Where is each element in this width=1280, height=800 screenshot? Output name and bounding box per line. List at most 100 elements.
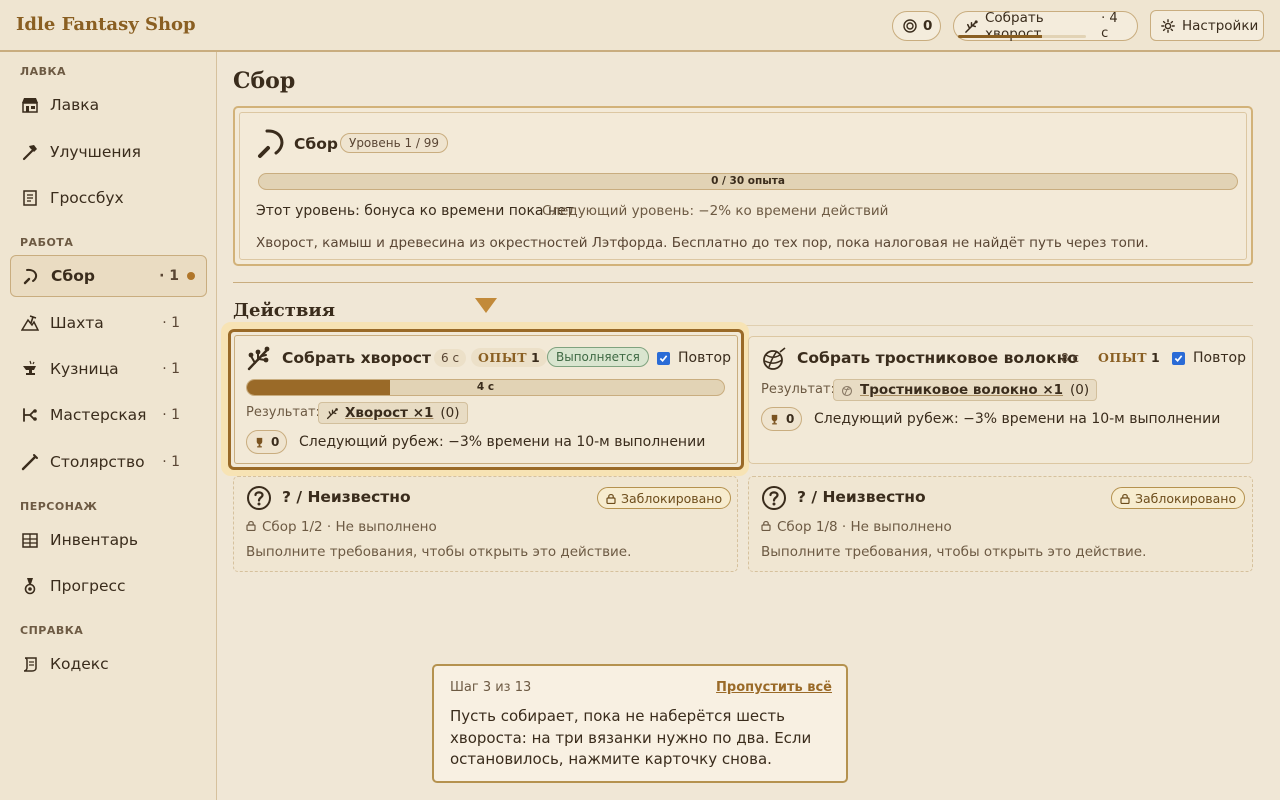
twig-icon (964, 19, 979, 34)
result-item: Хворост ×1 (345, 405, 434, 421)
divider (233, 282, 1253, 283)
sidebar-item-ledger[interactable]: Гроссбух (10, 177, 207, 219)
locked-hint: Выполните требования, чтобы открыть это … (761, 544, 1147, 560)
skip-tour-link[interactable]: Пропустить всё (716, 680, 832, 695)
sickle-icon (256, 127, 288, 163)
coin-icon (903, 19, 917, 33)
inventory-icon (20, 530, 40, 550)
sidebar-item-count: · 1 (162, 315, 180, 331)
action-title: Собрать тростниковое волокно (797, 349, 1078, 367)
trophy-icon (254, 437, 265, 448)
repeat-toggle[interactable]: Повтор (1172, 350, 1246, 366)
tour-pointer-arrow (475, 298, 497, 313)
skill-xp-label: 0 / 30 опыта (711, 175, 785, 187)
tour-text: Пусть собирает, пока не наберётся шесть … (450, 707, 812, 768)
lock-icon (246, 519, 256, 535)
result-item-chip[interactable]: Хворост ×1 (0) (318, 402, 468, 424)
result-label: Результат: (761, 382, 835, 397)
locked-badge: Заблокировано (597, 487, 732, 509)
actions-title: Действия (233, 300, 336, 321)
sidebar-item-shop[interactable]: Лавка (10, 84, 207, 126)
app-header: Idle Fantasy Shop 0 Собрать хворост · 4 … (0, 0, 1280, 52)
current-action-time: · 4 с (1101, 11, 1118, 41)
sidebar-item-label: Инвентарь (50, 531, 139, 549)
yarn-icon (761, 346, 787, 376)
action-xp: ОПЫТ 1 (1098, 350, 1161, 365)
sidebar-item-inventory[interactable]: Инвентарь (10, 519, 207, 561)
result-count: (0) (1070, 382, 1090, 398)
shop-icon (20, 95, 40, 115)
level-badge: Уровень 1 / 99 (340, 133, 449, 153)
sidebar-item-label: Мастерская (50, 406, 147, 424)
sidebar-item-count: · 1 (162, 454, 180, 470)
milestone-text: Следующий рубеж: −3% времени на 10-м вып… (299, 434, 706, 450)
sidebar-item-gathering[interactable]: Сбор · 1 (10, 255, 207, 297)
action-progress-bar: 4 с (246, 379, 725, 396)
action-progress-label: 4 с (476, 381, 495, 393)
sidebar-section-character: ПЕРСОНАЖ (20, 500, 98, 513)
locked-hint: Выполните требования, чтобы открыть это … (246, 544, 632, 560)
medal-icon (20, 576, 40, 596)
sidebar-item-count: · 1 (162, 361, 180, 377)
sidebar-item-label: Шахта (50, 314, 104, 332)
sidebar-item-label: Кузница (50, 360, 119, 378)
app-title: Idle Fantasy Shop (16, 14, 196, 35)
coins-badge[interactable]: 0 (892, 11, 941, 41)
skill-xp-bar: 0 / 30 опыта (258, 173, 1238, 190)
result-label: Результат: (246, 405, 320, 420)
trophy-badge: 0 (761, 407, 803, 431)
sidebar-item-mine[interactable]: Шахта · 1 (10, 302, 207, 344)
anvil-icon (20, 359, 40, 379)
repeat-toggle[interactable]: Повтор (657, 350, 731, 366)
sidebar-item-label: Прогресс (50, 577, 126, 595)
status-badge: Выполняется (547, 347, 649, 367)
sidebar-section-help: СПРАВКА (20, 624, 84, 637)
sidebar-item-label: Лавка (50, 96, 100, 114)
skill-description: Хворост, камыш и древесина из окрестност… (256, 235, 1149, 251)
settings-button[interactable]: Настройки (1150, 10, 1264, 41)
action-title: ? / Неизвестно (282, 488, 411, 506)
sidebar-item-label: Гроссбух (50, 189, 124, 207)
lock-icon (1120, 493, 1130, 504)
sidebar-item-progress[interactable]: Прогресс (10, 565, 207, 607)
action-time: 8 с (1061, 351, 1080, 365)
sidebar-item-forge[interactable]: Кузница · 1 (10, 348, 207, 390)
brushwood-icon (246, 345, 272, 375)
sidebar-item-count: · 1 (159, 268, 179, 284)
result-count: (0) (440, 405, 460, 421)
tour-step: Шаг 3 из 13 (450, 680, 532, 695)
sidebar-item-upgrades[interactable]: Улучшения (10, 131, 207, 173)
requirement-text: Сбор 1/2 · Не выполнено (246, 519, 437, 535)
next-bonus: Следующий уровень: −2% ко времени действ… (542, 203, 889, 219)
sidebar-item-codex[interactable]: Кодекс (10, 643, 207, 685)
action-xp: ОПЫТ 1 (471, 348, 548, 367)
current-bonus: Этот уровень: бонуса ко времени пока нет (256, 203, 574, 219)
skill-name: Сбор (294, 135, 338, 153)
lock-icon (761, 519, 771, 535)
sidebar-item-label: Сбор (51, 267, 95, 285)
action-title: ? / Неизвестно (797, 488, 926, 506)
skill-card: Сбор Уровень 1 / 99 0 / 30 опыта Этот ур… (233, 106, 1253, 266)
action-time: 6 с (434, 349, 467, 367)
page-title: Сбор (233, 68, 296, 94)
current-action-pill[interactable]: Собрать хворост · 4 с (953, 10, 1138, 42)
sidebar-item-label: Кодекс (50, 655, 109, 673)
locked-badge: Заблокировано (1111, 487, 1246, 509)
lock-icon (606, 493, 616, 504)
sickle-icon (21, 266, 41, 286)
workshop-icon (20, 405, 40, 425)
result-item: Тростниковое волокно ×1 (860, 382, 1064, 398)
tour-popover: Шаг 3 из 13 Пропустить всё Пусть собирае… (432, 664, 848, 783)
coins-value: 0 (923, 18, 933, 34)
question-icon (246, 485, 272, 515)
sidebar-item-workshop[interactable]: Мастерская · 1 (10, 394, 207, 436)
checkbox-checked-icon[interactable] (657, 351, 670, 365)
scroll-icon (20, 654, 40, 674)
result-item-chip[interactable]: Тростниковое волокно ×1 (0) (833, 379, 1098, 401)
action-title: Собрать хворост (282, 349, 431, 367)
checkbox-checked-icon[interactable] (1172, 351, 1185, 365)
sidebar-item-carpentry[interactable]: Столярство · 1 (10, 441, 207, 483)
question-icon (761, 485, 787, 515)
sidebar-item-label: Столярство (50, 453, 145, 471)
milestone-text: Следующий рубеж: −3% времени на 10-м вып… (814, 411, 1221, 427)
